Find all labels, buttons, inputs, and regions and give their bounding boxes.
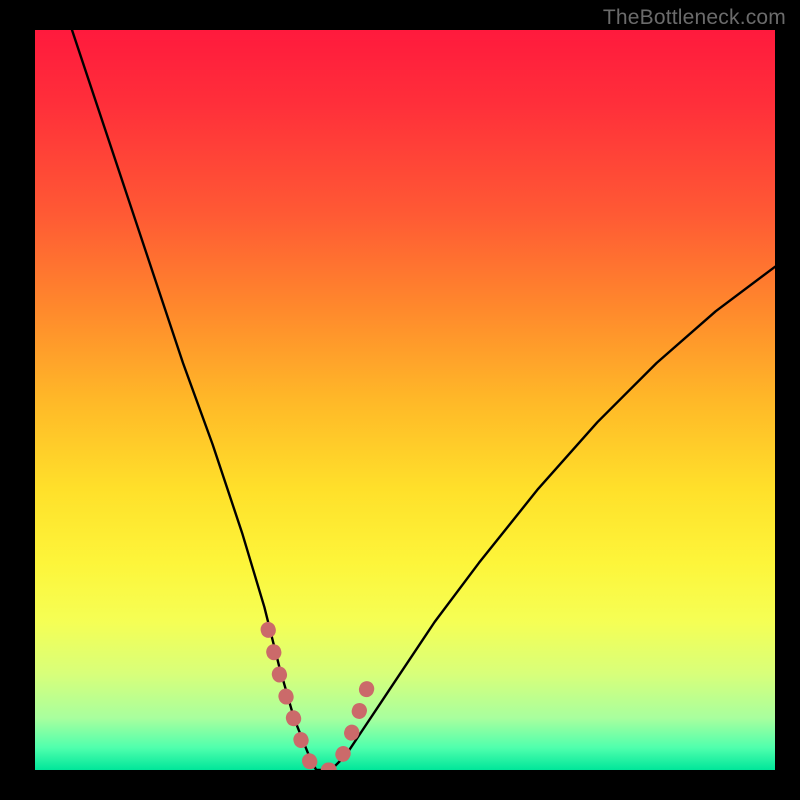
curve-path (72, 30, 775, 770)
chart-svg (35, 30, 775, 770)
chart-frame: TheBottleneck.com (0, 0, 800, 800)
marker-path (268, 629, 372, 770)
watermark-text: TheBottleneck.com (603, 6, 786, 30)
bottleneck-curve (72, 30, 775, 770)
plot-area (35, 30, 775, 770)
highlighted-markers (268, 629, 372, 770)
